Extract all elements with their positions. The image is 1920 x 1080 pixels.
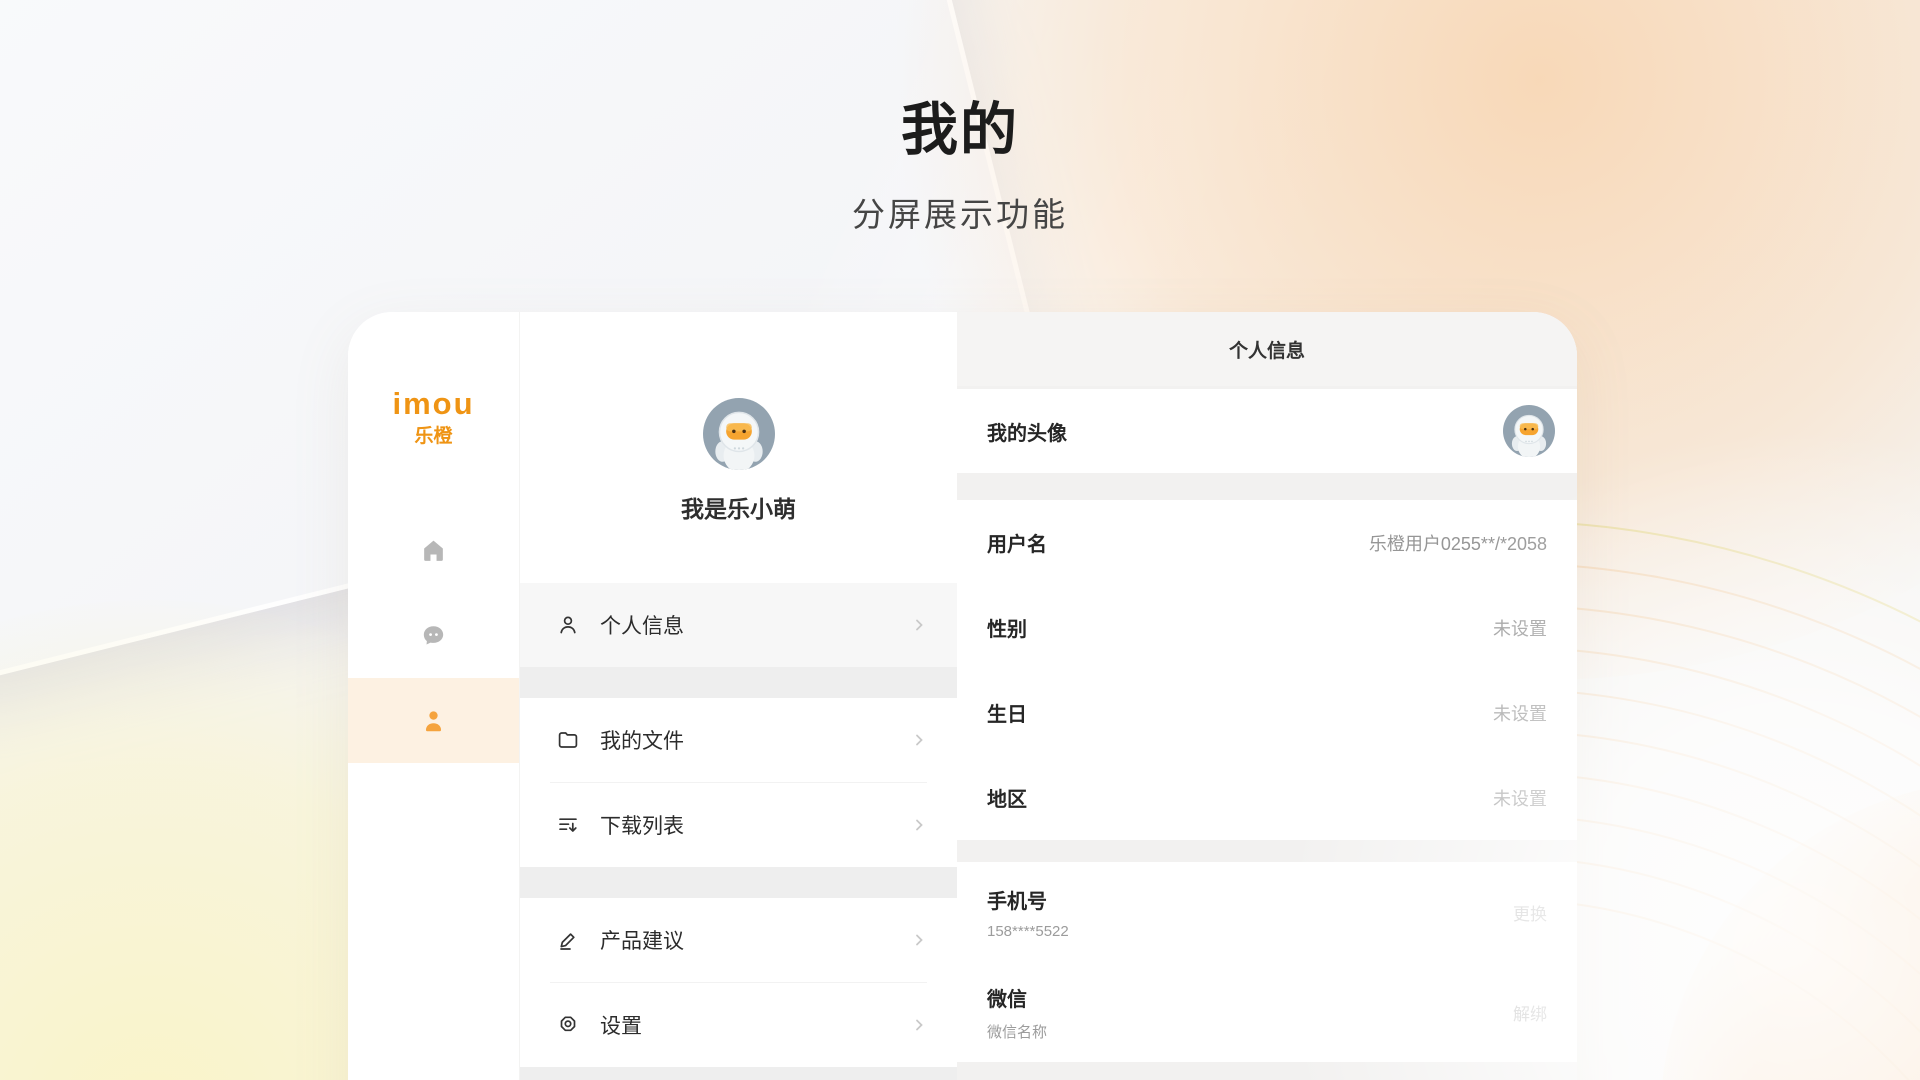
row-label: 微信 — [987, 983, 1513, 1012]
sidebar-item-profile[interactable] — [348, 678, 519, 763]
profile-menu: 个人信息 我的文件 下载 — [520, 583, 957, 1080]
menu-group-gap — [520, 1067, 957, 1080]
menu-item-label: 个人信息 — [600, 610, 911, 640]
page-title: 我的 — [0, 84, 1920, 166]
row-subvalue: 微信名称 — [987, 1021, 1513, 1042]
mascot-avatar-small-image — [1503, 405, 1555, 457]
row-gender[interactable]: 性别 未设置 — [957, 585, 1577, 670]
detail-panel: 个人信息 我的头像 — [957, 312, 1577, 1080]
chevron-right-icon — [911, 617, 927, 633]
chevron-right-icon — [911, 817, 927, 833]
profile-panel: 我是乐小萌 个人信息 我的文件 — [520, 312, 957, 1080]
menu-item-label: 我的文件 — [600, 725, 911, 755]
row-label: 地区 — [987, 783, 1493, 812]
profile-display-name: 我是乐小萌 — [520, 490, 957, 524]
sidebar-item-home[interactable] — [348, 508, 519, 593]
gear-icon — [556, 1013, 580, 1037]
menu-item-settings[interactable]: 设置 — [520, 983, 957, 1067]
chat-icon — [420, 622, 447, 649]
person-icon — [420, 707, 447, 734]
row-phone-number[interactable]: 手机号 158****5522 更换 — [957, 862, 1577, 962]
row-value: 未设置 — [1493, 615, 1547, 641]
row-label: 我的头像 — [987, 417, 1503, 446]
row-label: 用户名 — [987, 528, 1369, 557]
menu-item-my-files[interactable]: 我的文件 — [520, 698, 957, 782]
gap — [957, 840, 1577, 862]
row-wechat[interactable]: 微信 微信名称 解绑 — [957, 962, 1577, 1062]
download-list-icon — [556, 813, 580, 837]
menu-item-label: 设置 — [600, 1010, 911, 1040]
logo-sub-text: 乐橙 — [348, 421, 519, 448]
chevron-right-icon — [911, 932, 927, 948]
chevron-right-icon — [911, 732, 927, 748]
row-value: 未设置 — [1493, 700, 1547, 726]
row-value: 乐橙用户0255**/*2058 — [1369, 530, 1547, 556]
menu-group-gap — [520, 667, 957, 698]
sidebar-item-messages[interactable] — [348, 593, 519, 678]
app-window: imou 乐橙 — [348, 312, 1577, 1080]
menu-item-label: 产品建议 — [600, 925, 911, 955]
row-birthday[interactable]: 生日 未设置 — [957, 670, 1577, 755]
imou-logo: imou 乐橙 — [348, 388, 519, 448]
row-label: 手机号 — [987, 885, 1513, 914]
row-label: 生日 — [987, 698, 1493, 727]
home-icon — [420, 537, 447, 564]
chevron-right-icon — [911, 1017, 927, 1033]
menu-item-personal-info[interactable]: 个人信息 — [520, 583, 957, 667]
sidebar-nav — [348, 508, 519, 763]
detail-header: 个人信息 — [957, 312, 1577, 386]
menu-group-gap — [520, 867, 957, 898]
menu-item-product-feedback[interactable]: 产品建议 — [520, 898, 957, 982]
pencil-icon — [556, 928, 580, 952]
row-text: 微信 微信名称 — [987, 983, 1513, 1042]
person-outline-icon — [556, 613, 580, 637]
row-username[interactable]: 用户名 乐橙用户0255**/*2058 — [957, 500, 1577, 585]
row-subvalue: 158****5522 — [987, 923, 1513, 940]
menu-item-label: 下载列表 — [600, 810, 911, 840]
logo-brand-text: imou — [348, 388, 519, 419]
folder-icon — [556, 728, 580, 752]
page-subtitle: 分屏展示功能 — [0, 188, 1920, 236]
profile-avatar — [520, 398, 957, 470]
mascot-avatar-image — [703, 398, 775, 470]
sidebar: imou 乐橙 — [348, 312, 520, 1080]
gap — [957, 473, 1577, 500]
row-value: 未设置 — [1493, 785, 1547, 811]
menu-item-download-list[interactable]: 下载列表 — [520, 783, 957, 867]
row-my-avatar[interactable]: 我的头像 — [957, 389, 1577, 473]
row-label: 性别 — [987, 613, 1493, 642]
unbind-wechat-button[interactable]: 解绑 — [1513, 1000, 1547, 1025]
row-region[interactable]: 地区 未设置 — [957, 755, 1577, 840]
row-text: 手机号 158****5522 — [987, 885, 1513, 940]
change-phone-button[interactable]: 更换 — [1513, 900, 1547, 925]
